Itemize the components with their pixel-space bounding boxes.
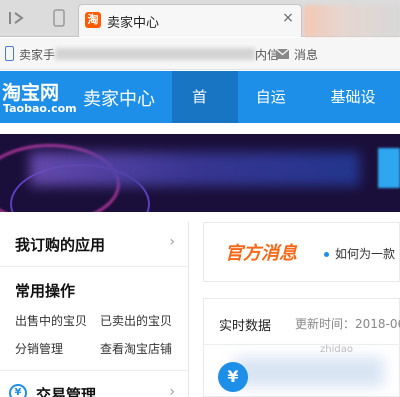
- browser-tab-strip: 淘 卖家中心 ×: [0, 0, 400, 37]
- update-time-value: 2018-06-: [355, 317, 400, 331]
- left-sidebar: 我订购的应用 › 常用操作 出售中的宝贝 已卖出的宝贝 分销管理 查看淘宝店铺 …: [0, 222, 189, 397]
- taobao-favicon-icon: 淘: [85, 12, 101, 28]
- currency-icon: ¥: [9, 384, 27, 397]
- page-title: 卖家中心: [83, 89, 155, 110]
- mobile-view-icon[interactable]: [46, 6, 72, 30]
- divider: [0, 266, 189, 267]
- promo-banner[interactable]: [0, 134, 400, 212]
- main-nav: 首页 自运营 基础设置: [172, 71, 400, 158]
- sidebar-toggle-icon[interactable]: [4, 6, 30, 30]
- op-items-sold[interactable]: 已卖出的宝贝: [100, 312, 172, 329]
- logo-text: 淘宝网: [2, 82, 60, 104]
- mail-icon: [276, 49, 289, 59]
- seller-phone-link[interactable]: 卖家手: [19, 46, 55, 63]
- nav-basic-settings[interactable]: 基础设置: [312, 71, 400, 158]
- common-ops-heading: 常用操作: [15, 282, 76, 300]
- op-distribution[interactable]: 分销管理: [15, 340, 63, 357]
- seller-center-header: 淘宝网 Taobao.com 卖家中心 首页 自运营 基础设置: [0, 71, 400, 158]
- blurred-stats: [234, 357, 384, 387]
- close-tab-icon[interactable]: ×: [281, 11, 295, 25]
- update-time-label: 更新时间：: [295, 317, 356, 331]
- stats-icon: ¥: [218, 362, 248, 392]
- watermark: zhidao: [320, 344, 353, 355]
- taobao-logo[interactable]: 淘宝网 Taobao.com: [2, 75, 77, 119]
- chevron-right-icon: ›: [169, 384, 175, 397]
- official-notice-panel: 官方消息 如何为一款: [203, 222, 400, 282]
- banner-decoration: [378, 148, 400, 188]
- op-view-shop[interactable]: 查看淘宝店铺: [100, 340, 172, 357]
- update-time: 更新时间：2018-06-: [295, 315, 400, 332]
- phone-icon: [5, 46, 14, 61]
- divider: [204, 344, 400, 345]
- op-items-on-sale[interactable]: 出售中的宝贝: [15, 312, 87, 329]
- tab-title: 卖家中心: [107, 16, 160, 31]
- nav-self-operation[interactable]: 自运营: [238, 71, 313, 158]
- divider: [0, 370, 189, 371]
- blurred-account-info: [55, 48, 255, 60]
- bullet-icon: [324, 252, 329, 257]
- realtime-title: 实时数据: [219, 319, 272, 334]
- top-info-bar: 卖家手 内信 消息: [0, 38, 400, 70]
- trade-management-label: 交易管理: [36, 386, 97, 397]
- blurred-banner-text: [30, 152, 360, 186]
- notice-title: 官方消息: [225, 243, 297, 264]
- active-browser-tab[interactable]: 淘 卖家中心 ×: [78, 4, 302, 37]
- notice-link[interactable]: 如何为一款: [335, 245, 395, 262]
- realtime-data-panel: 实时数据 更新时间：2018-06- ¥: [203, 298, 400, 397]
- logo-domain: Taobao.com: [3, 102, 77, 115]
- messages-link[interactable]: 消息: [294, 46, 318, 63]
- subscribed-apps-label: 我订购的应用: [15, 236, 106, 254]
- inactive-browser-tab[interactable]: [304, 5, 400, 37]
- chevron-right-icon: ›: [169, 234, 175, 250]
- nav-home[interactable]: 首页: [172, 71, 238, 158]
